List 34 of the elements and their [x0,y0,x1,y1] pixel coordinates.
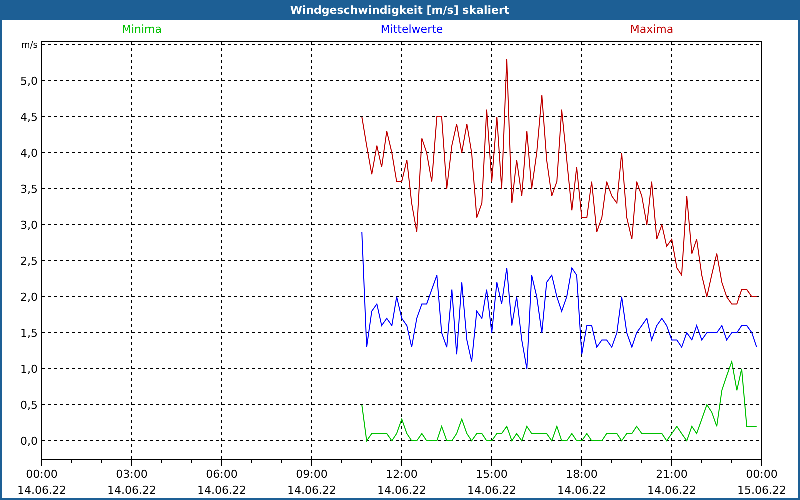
y-tick-label: 1,0 [20,363,38,376]
x-tick-date: 14.06.22 [288,484,336,497]
x-tick-label: 06:00 [206,468,238,481]
x-tick-date: 14.06.22 [378,484,426,497]
x-tick-date: 15.06.22 [738,484,786,497]
window-title: Windgeschwindigkeit [m/s] skaliert [2,0,798,20]
x-tick-label: 03:00 [116,468,148,481]
y-tick-label: 5,0 [20,75,38,88]
y-tick-label: 1,5 [20,327,38,340]
x-tick-date: 14.06.22 [198,484,246,497]
y-tick-label: 2,5 [20,255,38,268]
y-tick-label: 3,0 [20,219,38,232]
legend-label: Minima [122,23,162,36]
x-tick-label: 12:00 [386,468,418,481]
y-tick-label: 3,5 [20,183,38,196]
y-axis-unit: m/s [22,41,38,51]
legend-label: Maxima [630,23,674,36]
y-tick-label: 0,0 [20,435,38,448]
x-tick-date: 14.06.22 [468,484,516,497]
x-tick-label: 00:00 [746,468,778,481]
legend-label: Mittelwerte [380,23,444,36]
x-tick-label: 18:00 [566,468,598,481]
x-tick-label: 15:00 [476,468,508,481]
x-tick-date: 14.06.22 [558,484,606,497]
x-tick-label: 09:00 [296,468,328,481]
y-tick-label: 4,0 [20,147,38,160]
y-tick-label: 4,5 [20,111,38,124]
x-tick-label: 21:00 [656,468,688,481]
x-tick-date: 14.06.22 [18,484,66,497]
y-tick-label: 0,5 [20,399,38,412]
y-tick-label: 2,0 [20,291,38,304]
x-tick-date: 14.06.22 [108,484,156,497]
x-tick-date: 14.06.22 [648,484,696,497]
x-tick-label: 00:00 [26,468,58,481]
